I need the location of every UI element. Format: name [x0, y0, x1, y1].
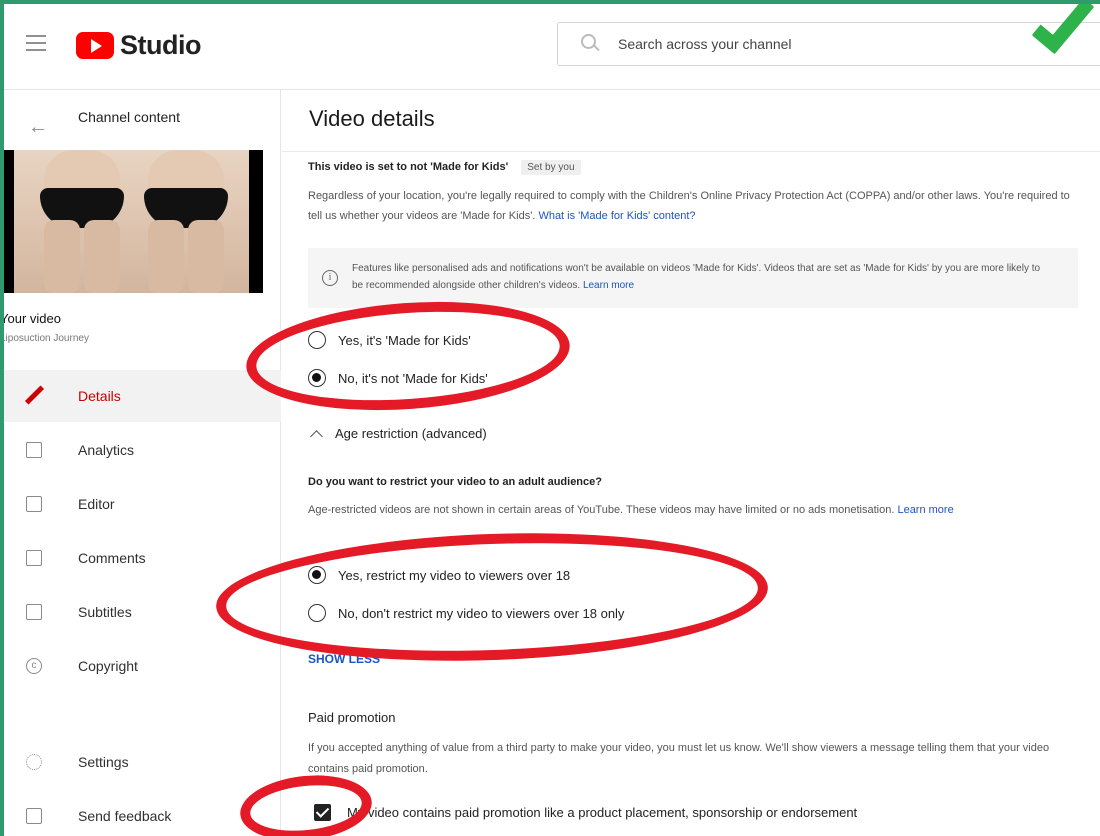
copyright-icon: c: [26, 658, 42, 674]
radio-restrict-no[interactable]: No, don't restrict my video to viewers o…: [308, 604, 624, 622]
checkbox-label: My video contains paid promotion like a …: [347, 805, 858, 820]
feedback-icon: [26, 808, 42, 824]
info-icon: i: [322, 270, 338, 286]
made-for-kids-description: Regardless of your location, you're lega…: [308, 186, 1078, 226]
video-title: Your video: [0, 311, 61, 326]
search-input[interactable]: [618, 36, 1038, 52]
radio-label: No, don't restrict my video to viewers o…: [338, 605, 625, 621]
learn-more-link[interactable]: Learn more: [897, 504, 953, 516]
pencil-icon: [24, 386, 44, 406]
sidebar-item-send-feedback[interactable]: Send feedback: [0, 790, 281, 836]
video-thumbnail[interactable]: [0, 150, 263, 293]
search-icon: [578, 31, 604, 57]
sidebar-item-subtitles[interactable]: Subtitles: [0, 586, 281, 638]
sidebar-item-label: Comments: [78, 550, 146, 566]
age-restriction-description: Age-restricted videos are not shown in c…: [308, 500, 1088, 520]
show-less-button[interactable]: SHOW LESS: [308, 652, 380, 666]
paid-promotion-checkbox[interactable]: [314, 804, 331, 821]
info-message: Features like personalised ads and notif…: [352, 263, 1041, 291]
top-bar: Studio: [0, 0, 1100, 90]
editor-icon: [26, 496, 42, 512]
radio-made-for-kids-no[interactable]: No, it's not 'Made for Kids': [308, 369, 488, 387]
thumbnail-image: [14, 150, 249, 293]
page-title: Video details: [309, 106, 435, 131]
sidebar-item-settings[interactable]: Settings: [0, 736, 281, 788]
radio-button[interactable]: [308, 369, 326, 387]
sidebar-item-comments[interactable]: Comments: [0, 532, 281, 584]
analytics-icon: [26, 442, 42, 458]
sidebar-item-details[interactable]: Details: [0, 370, 281, 422]
made-for-kids-status: This video is set to not 'Made for Kids'…: [308, 160, 581, 175]
back-arrow-icon[interactable]: ←: [28, 116, 48, 139]
search-bar[interactable]: [557, 22, 1100, 66]
sidebar-item-editor[interactable]: Editor: [0, 478, 281, 530]
age-restriction-text: Age-restricted videos are not shown in c…: [308, 504, 895, 516]
radio-button[interactable]: [308, 604, 326, 622]
sidebar-item-label: Details: [78, 388, 121, 404]
sidebar-item-label: Subtitles: [78, 604, 132, 620]
title-divider: [282, 151, 1100, 152]
thumbnail-figure-right: [140, 150, 232, 293]
age-restriction-label: Age restriction (advanced): [335, 426, 487, 441]
sidebar-item-analytics[interactable]: Analytics: [0, 424, 281, 476]
paid-promotion-description: If you accepted anything of value from a…: [308, 742, 1050, 775]
youtube-logo-icon: [76, 32, 114, 59]
gear-icon: [26, 754, 42, 770]
chevron-up-icon: [310, 429, 323, 443]
radio-made-for-kids-yes[interactable]: Yes, it's 'Made for Kids': [308, 331, 471, 349]
comments-icon: [26, 550, 42, 566]
logo-text: Studio: [120, 30, 201, 60]
info-text: Features like personalised ads and notif…: [352, 260, 1052, 294]
radio-restrict-yes[interactable]: Yes, restrict my video to viewers over 1…: [308, 566, 570, 584]
set-by-badge: Set by you: [521, 160, 581, 175]
sidebar-item-label: Editor: [78, 496, 115, 512]
sidebar-item-label: Analytics: [78, 442, 135, 458]
channel-content-link[interactable]: Channel content: [78, 109, 180, 125]
subtitles-icon: [26, 604, 42, 620]
sidebar: ← Channel content Your video Liposuction…: [0, 90, 281, 836]
age-restriction-question: Do you want to restrict your video to an…: [308, 476, 602, 488]
sidebar-item-label: Copyright: [78, 658, 138, 674]
sidebar-item-label: Settings: [78, 754, 129, 770]
menu-icon[interactable]: [26, 35, 46, 51]
made-for-kids-status-text: This video is set to not 'Made for Kids': [308, 161, 509, 173]
sidebar-item-label: Send feedback: [78, 808, 172, 824]
video-subtitle: Liposuction Journey: [0, 333, 89, 344]
info-box: i Features like personalised ads and not…: [308, 248, 1078, 308]
studio-logo[interactable]: Studio: [76, 30, 201, 61]
age-restriction-toggle[interactable]: Age restriction (advanced): [310, 426, 487, 443]
main-content: Video details This video is set to not '…: [282, 90, 1100, 836]
learn-more-link[interactable]: Learn more: [583, 280, 634, 291]
radio-label: Yes, it's 'Made for Kids': [338, 332, 471, 348]
radio-button[interactable]: [308, 331, 326, 349]
sidebar-item-copyright[interactable]: c Copyright: [0, 640, 281, 692]
made-for-kids-link[interactable]: What is 'Made for Kids' content?: [538, 210, 695, 222]
radio-label: No, it's not 'Made for Kids': [338, 370, 488, 386]
radio-label: Yes, restrict my video to viewers over 1…: [338, 567, 571, 583]
radio-button[interactable]: [308, 566, 326, 584]
thumbnail-figure-left: [36, 150, 128, 293]
paid-promotion-checkbox-row[interactable]: My video contains paid promotion like a …: [314, 804, 857, 821]
paid-promotion-title: Paid promotion: [308, 710, 396, 725]
